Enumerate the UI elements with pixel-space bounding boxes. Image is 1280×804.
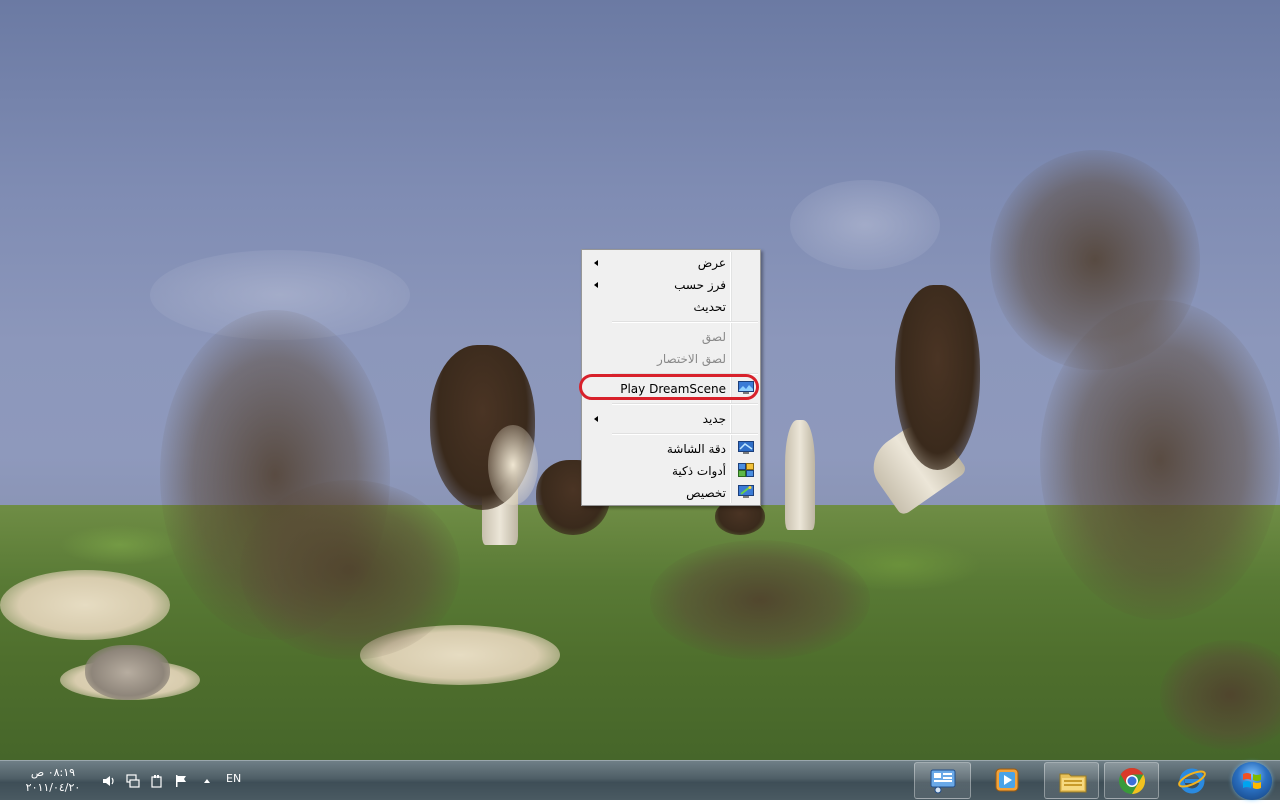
wallpaper-flying-bird: [240, 480, 460, 660]
menu-item-screen-resolution[interactable]: دقة الشاشة: [584, 438, 758, 460]
wallpaper-sand: [0, 570, 170, 640]
taskbar-button-media-player[interactable]: [978, 762, 1035, 799]
menu-item-label: لصق: [701, 330, 726, 344]
menu-separator: [612, 373, 758, 375]
menu-item-view[interactable]: عرض: [584, 252, 758, 274]
menu-item-label: لصق الاختصار: [657, 352, 726, 366]
menu-item-label: عرض: [697, 256, 726, 270]
menu-item-refresh[interactable]: تحديث: [584, 296, 758, 318]
wallpaper-cloud: [790, 180, 940, 270]
power-icon[interactable]: [150, 773, 164, 788]
submenu-arrow-icon: [594, 416, 598, 422]
ie-icon: [1177, 766, 1207, 798]
media-player-icon: [993, 767, 1021, 797]
wallpaper-stump: [785, 420, 815, 530]
wallpaper-bird: [85, 645, 170, 700]
clock-time: ٠٨:١٩ ص: [30, 766, 76, 779]
gadgets-icon: [738, 463, 754, 477]
volume-icon[interactable]: [102, 773, 116, 787]
menu-item-label: أدوات ذكية: [671, 464, 726, 478]
personalize-icon: [738, 485, 754, 499]
taskbar: ٠٨:١٩ ص ٢٠١١/٠٤/٢٠ EN: [0, 760, 1280, 800]
wallpaper-bird: [895, 285, 980, 470]
menu-item-paste-shortcut[interactable]: لصق الاختصار: [584, 348, 758, 370]
menu-item-label: دقة الشاشة: [666, 442, 726, 456]
taskbar-button-explorer[interactable]: [1044, 762, 1099, 799]
chrome-icon: [1118, 767, 1146, 799]
taskbar-button-control-panel[interactable]: [914, 762, 971, 799]
wallpaper-flying-bird: [650, 540, 870, 660]
menu-separator: [612, 403, 758, 405]
menu-separator: [612, 321, 758, 323]
menu-item-new[interactable]: جديد: [584, 408, 758, 430]
taskbar-button-chrome[interactable]: [1104, 762, 1159, 799]
menu-item-label: تخصيص: [686, 486, 726, 500]
network-icon[interactable]: [126, 773, 140, 788]
menu-item-personalize[interactable]: تخصيص: [584, 482, 758, 504]
menu-item-label: جديد: [702, 412, 726, 426]
menu-item-gadgets[interactable]: أدوات ذكية: [584, 460, 758, 482]
tray-clock[interactable]: ٠٨:١٩ ص ٢٠١١/٠٤/٢٠: [22, 765, 84, 795]
dreamscene-icon: [738, 381, 754, 395]
taskbar-button-internet-explorer[interactable]: [1164, 762, 1219, 799]
display-icon: [738, 441, 754, 455]
windows-logo-icon: [1243, 773, 1261, 789]
menu-item-label: تحديث: [693, 300, 726, 314]
show-hidden-icons-arrow[interactable]: [200, 773, 214, 787]
action-center-flag-icon[interactable]: [174, 773, 188, 787]
wallpaper-flying-bird: [1040, 300, 1280, 620]
clock-date: ٢٠١١/٠٤/٢٠: [25, 781, 81, 794]
menu-separator: [612, 433, 758, 435]
menu-item-paste[interactable]: لصق: [584, 326, 758, 348]
submenu-arrow-icon: [594, 260, 598, 266]
menu-item-label: فرز حسب: [674, 278, 726, 292]
menu-item-play-dreamscene[interactable]: Play DreamScene: [584, 378, 758, 400]
explorer-icon: [1058, 768, 1088, 798]
wallpaper-bird-belly: [488, 425, 538, 505]
control-panel-icon: [929, 768, 957, 798]
menu-item-label: Play DreamScene: [620, 382, 726, 396]
desktop-context-menu: عرض فرز حسب تحديث لصق لصق الاختصار Play …: [581, 249, 761, 506]
language-indicator[interactable]: EN: [226, 772, 241, 785]
windows-start-orb[interactable]: [1232, 762, 1272, 800]
menu-item-sort-by[interactable]: فرز حسب: [584, 274, 758, 296]
submenu-arrow-icon: [594, 282, 598, 288]
